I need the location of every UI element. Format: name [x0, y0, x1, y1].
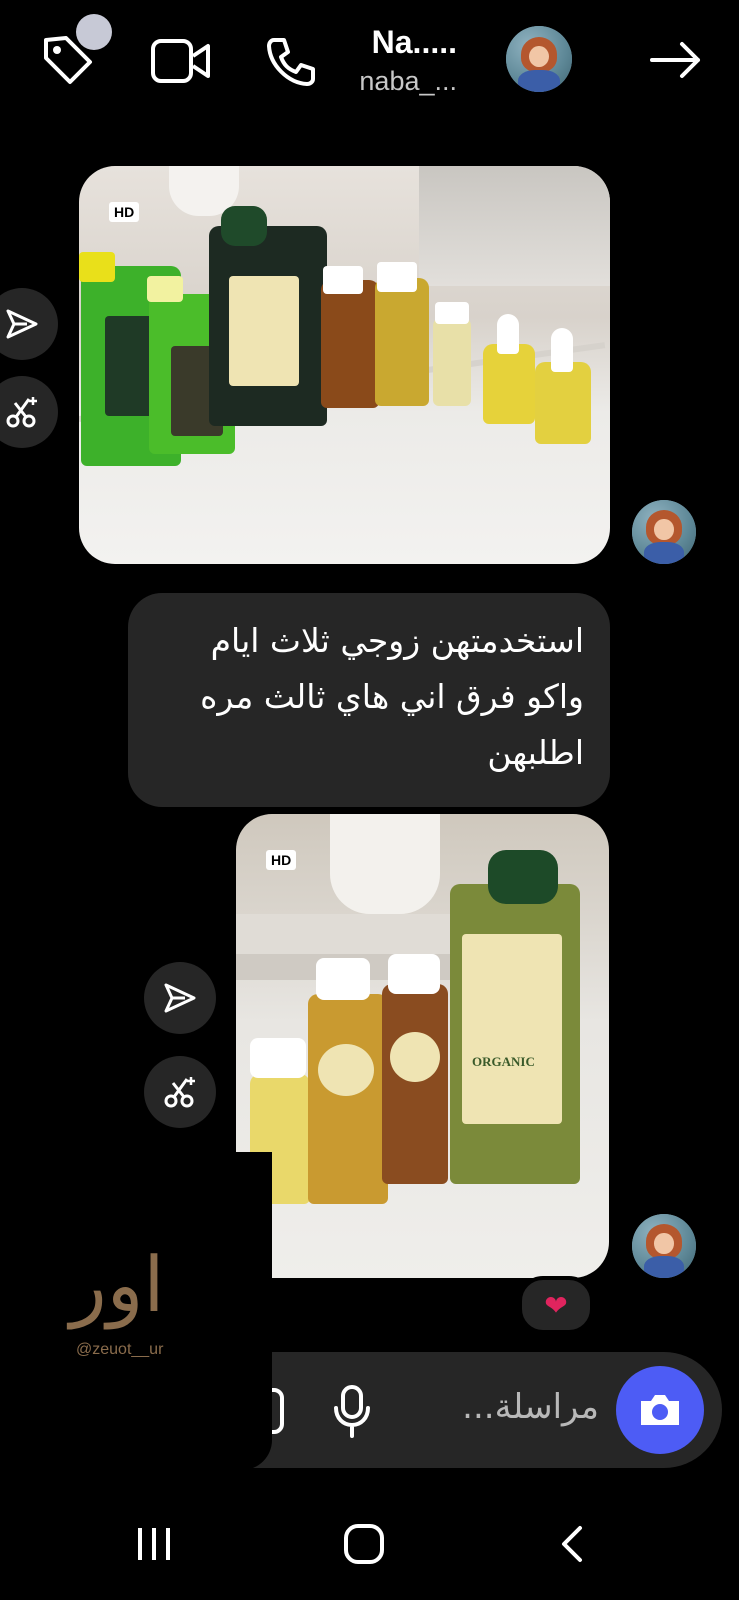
bottle-amber-1 [308, 994, 388, 1204]
dropper-bottle-2 [535, 362, 591, 444]
camera-button[interactable] [616, 1366, 704, 1454]
bottle-yellow-oil [375, 278, 429, 406]
dropper [551, 328, 573, 372]
remix-button[interactable] [0, 376, 58, 448]
share-button[interactable] [144, 962, 216, 1034]
send-icon [164, 983, 196, 1013]
status-dot [76, 14, 112, 50]
message-input[interactable]: مراسلة... [462, 1387, 599, 1427]
share-button[interactable] [0, 288, 58, 360]
send-icon [6, 309, 38, 339]
contact-name[interactable]: Na..... [372, 24, 457, 61]
back-arrow-icon[interactable] [648, 40, 704, 80]
bottle-cap [250, 1038, 306, 1078]
bottle-cap [79, 252, 115, 282]
bottle-amber [321, 280, 379, 408]
organic-label-text: ORGANIC [472, 1054, 535, 1069]
vase [330, 814, 440, 914]
bottle-cap [323, 266, 363, 294]
table-top [236, 914, 476, 954]
bottle-label [390, 1032, 440, 1082]
watermark-handle: @zeuot__ur [76, 1341, 164, 1358]
hd-badge: HD [109, 202, 140, 222]
voice-call-icon[interactable] [264, 34, 318, 88]
bottle-small-clear [433, 316, 471, 406]
bottle-label [318, 1044, 374, 1096]
mic-icon[interactable] [332, 1384, 372, 1440]
hd-badge: HD [266, 850, 297, 870]
bottle-label [229, 276, 299, 386]
scissors-sparkle-icon [164, 1077, 195, 1108]
home-icon[interactable] [342, 1522, 386, 1566]
contact-avatar[interactable] [506, 26, 572, 92]
bottle-cap [488, 850, 558, 904]
bottle-amber-2 [382, 984, 448, 1184]
remix-button[interactable] [144, 1056, 216, 1128]
mirror [419, 166, 610, 286]
heart-reaction[interactable]: ❤ [518, 1276, 594, 1334]
recent-apps-icon[interactable] [134, 1524, 174, 1564]
camera-icon [641, 1395, 679, 1425]
bottle-cap [388, 954, 440, 994]
sender-avatar[interactable] [632, 1214, 696, 1278]
watermark-logo: اور [70, 1240, 167, 1329]
bottle-cap [147, 276, 183, 302]
dropper [497, 314, 519, 354]
dropper-bottle-1 [483, 344, 535, 424]
contact-username[interactable]: naba_... [359, 66, 457, 97]
bottle-cap [435, 302, 469, 324]
message-bubble[interactable]: استخدمتهن زوجي ثلاث ايام واكو فرق اني ها… [128, 593, 610, 807]
video-call-icon[interactable] [150, 38, 212, 84]
bottle-cap [316, 958, 370, 1000]
message-text: استخدمتهن زوجي ثلاث ايام واكو فرق اني ها… [200, 621, 584, 772]
bottle-cap [377, 262, 417, 292]
message-photo-products[interactable]: HD [79, 166, 610, 564]
back-nav-icon[interactable] [556, 1524, 586, 1564]
scissors-sparkle-icon [6, 397, 37, 428]
bottle-cap [221, 206, 267, 246]
bottle-label [462, 934, 562, 1124]
message-photo-products-2[interactable]: ORGANIC HD [236, 814, 609, 1278]
heart-icon: ❤ [544, 1288, 568, 1322]
sender-avatar[interactable] [632, 500, 696, 564]
